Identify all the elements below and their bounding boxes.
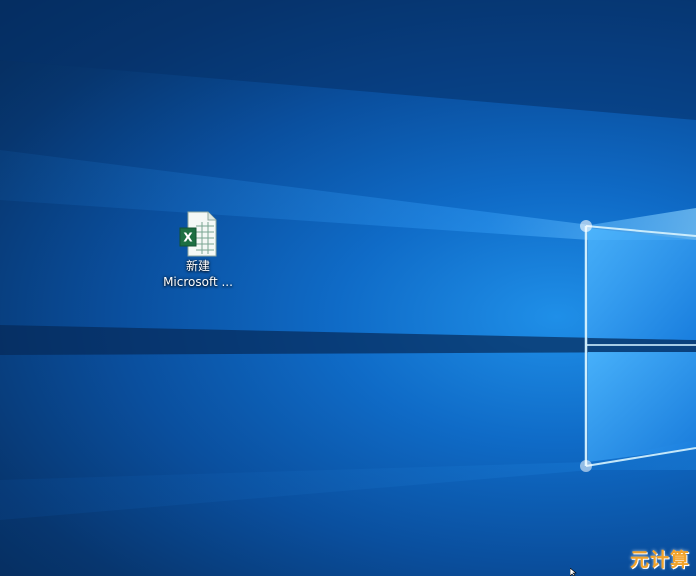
windows-light-rays	[0, 0, 696, 520]
watermark-text: 元计算	[629, 549, 690, 571]
desktop-background: X 新建 Microsoft ... 元计算	[0, 0, 696, 576]
svg-text:X: X	[183, 231, 193, 245]
desktop-icon-label-line2: Microsoft ...	[163, 275, 233, 289]
mouse-cursor-icon	[570, 568, 577, 576]
excel-file-icon: X	[179, 211, 217, 257]
desktop-icon-label-line1: 新建	[185, 259, 210, 273]
desktop-icon-excel-file[interactable]: X 新建 Microsoft ...	[160, 206, 236, 298]
